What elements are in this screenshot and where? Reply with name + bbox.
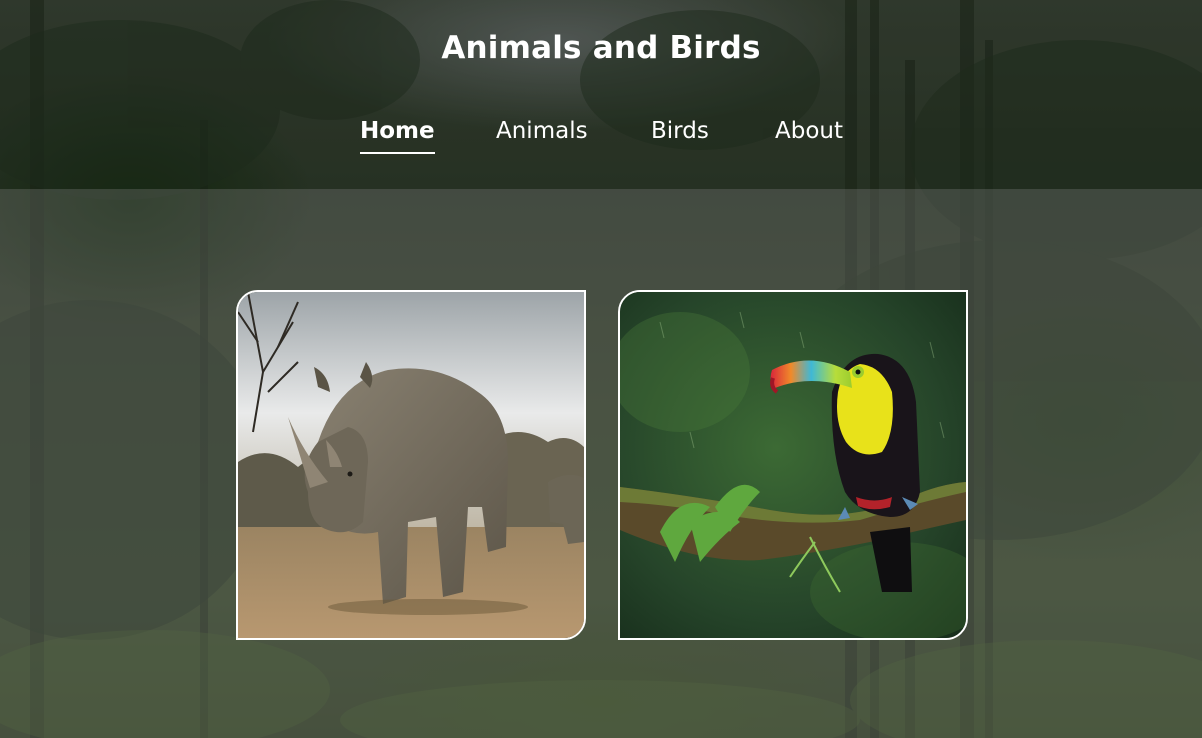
site-header: Animals and Birds Home Animals Birds Abo… (0, 0, 1202, 189)
animals-card[interactable] (236, 290, 586, 640)
main-nav: Home Animals Birds About (0, 118, 1202, 158)
birds-card[interactable] (618, 290, 968, 640)
nav-about[interactable]: About (775, 118, 843, 152)
content-overlay (0, 189, 1202, 738)
rhino-photo (238, 292, 584, 638)
nav-home[interactable]: Home (360, 118, 435, 154)
nav-birds[interactable]: Birds (651, 118, 709, 152)
toucan-photo (620, 292, 966, 638)
site-title: Animals and Birds (441, 30, 761, 66)
nav-animals[interactable]: Animals (496, 118, 588, 152)
